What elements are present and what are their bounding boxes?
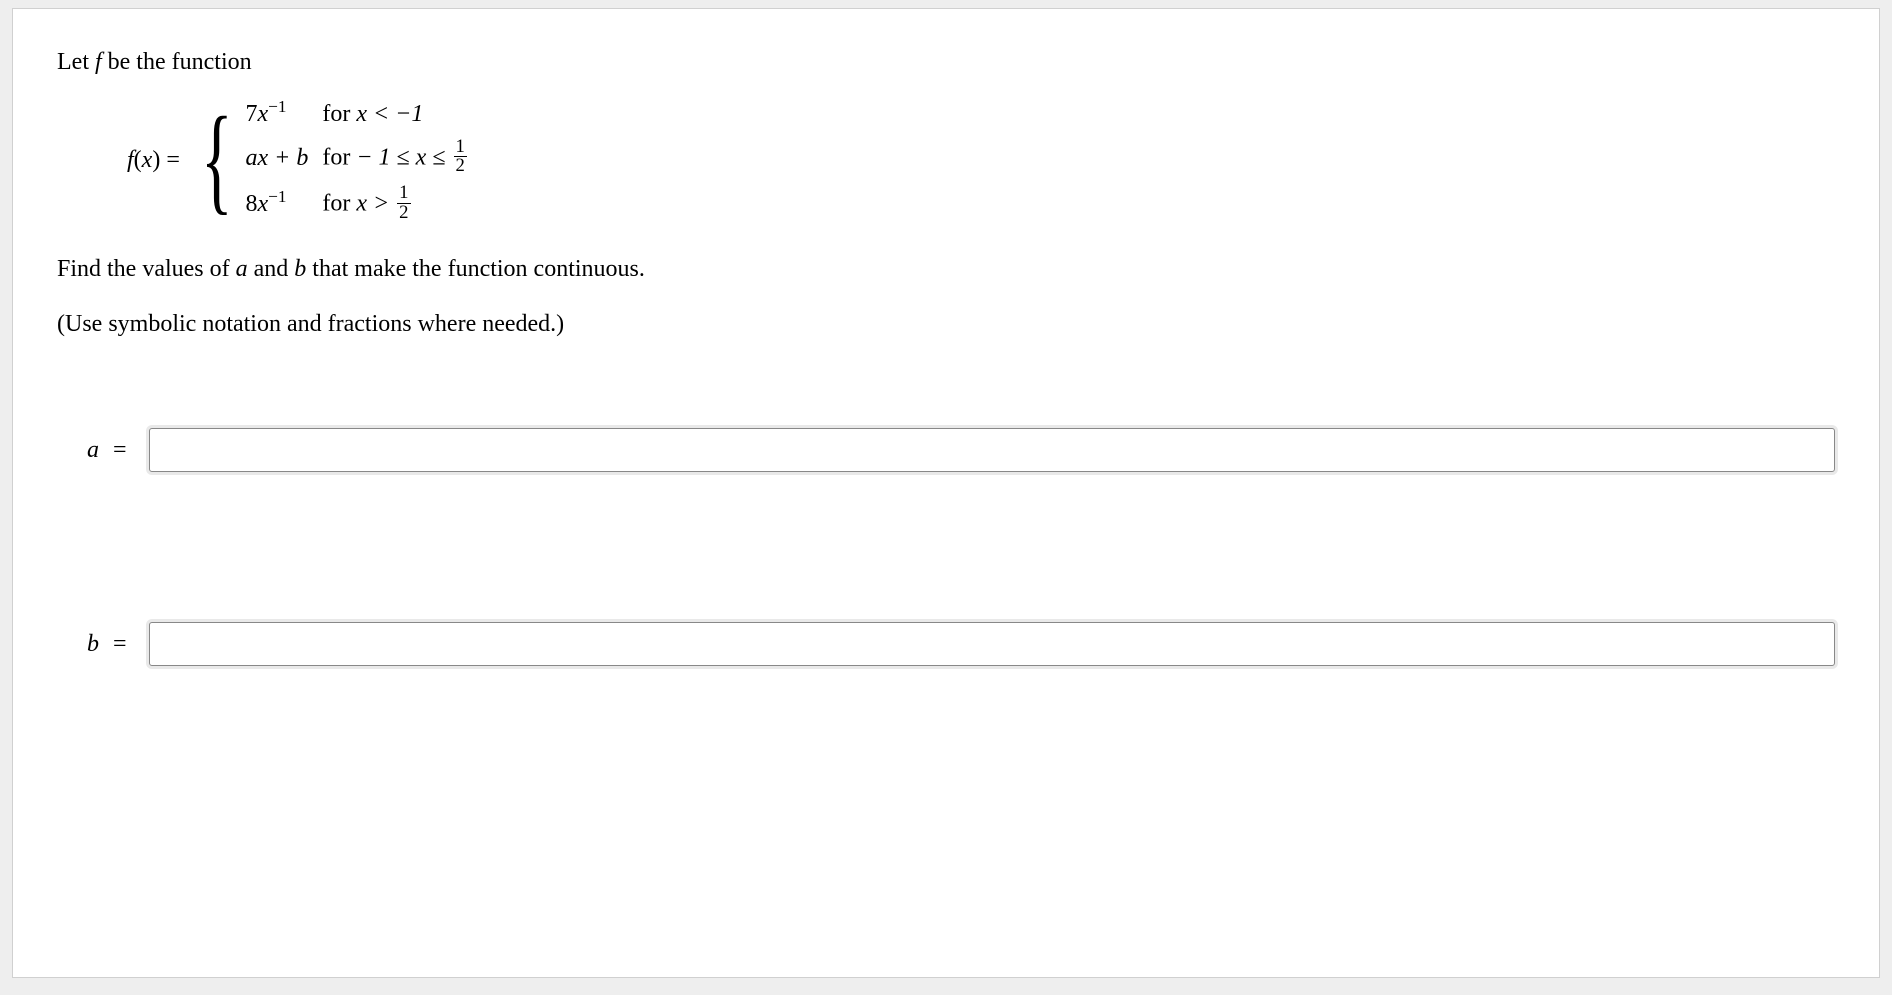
answer-input-a[interactable] [149,428,1835,472]
fraction: 12 [454,138,467,176]
coef: 8 [245,191,257,217]
frac-den: 2 [397,203,410,223]
frac-den: 2 [454,156,467,176]
var: x [257,145,268,171]
answer-label-a: a = [87,437,127,464]
answer-var: b [87,631,99,657]
var: x [257,191,268,217]
coef: 7 [245,101,257,127]
cond-lead: x > [356,191,395,217]
q-t3: that make the function continuous. [306,256,645,282]
intro-fvar: f [95,49,102,75]
q-a: a [236,256,248,282]
tail: + b [268,145,308,171]
q-b: b [294,256,306,282]
lhs: f(x) = [127,144,180,178]
exp: −1 [268,97,286,116]
question-text: Find the values of a and b that make the… [57,256,1835,283]
frac-num: 1 [454,138,467,157]
frac-num: 1 [397,184,410,203]
intro-prefix: Let [57,49,95,75]
case-cond: for x > 12 [322,182,483,228]
answer-row-a: a = [85,428,1835,472]
case-expr: 7x−1 [245,94,322,136]
answer-eq-sign: = [113,437,127,463]
answer-label-b: b = [87,631,127,658]
exp: −1 [268,187,286,206]
lhs-close: ) = [152,147,180,173]
q-t1: Find the values of [57,256,236,282]
answer-eq-sign: = [113,631,127,657]
answer-eq [103,631,109,657]
lhs-x: x [142,147,153,173]
intro-suffix: be the function [102,49,252,75]
answer-input-b[interactable] [149,622,1835,666]
answer-var: a [87,437,99,463]
case-row: 8x−1 for x > 12 [245,182,482,228]
cond-prefix: for [322,191,356,217]
intro-text: Let f be the function [57,49,1835,76]
question-card: Let f be the function f(x) = { 7x−1 for … [12,8,1880,978]
fraction: 12 [397,184,410,222]
left-brace-icon: { [201,108,233,210]
coef: a [245,145,257,171]
piecewise-definition: f(x) = { 7x−1 for x < −1 ax + b for − 1 … [127,94,1835,228]
hint-text: (Use symbolic notation and fractions whe… [57,311,1835,338]
lhs-open: ( [134,147,142,173]
cond-prefix: for [322,101,356,127]
cond-prefix: for [322,144,356,170]
cases-table: 7x−1 for x < −1 ax + b for − 1 ≤ x ≤ 12 … [245,94,482,228]
case-cond: for − 1 ≤ x ≤ 12 [322,136,483,182]
q-t2: and [248,256,295,282]
var: x [257,101,268,127]
lhs-f: f [127,147,134,173]
case-expr: ax + b [245,136,322,182]
answer-eq [103,437,109,463]
answer-row-b: b = [85,622,1835,666]
case-cond: for x < −1 [322,94,483,136]
cond-lead: − 1 ≤ x ≤ [356,144,451,170]
case-expr: 8x−1 [245,182,322,228]
case-row: ax + b for − 1 ≤ x ≤ 12 [245,136,482,182]
case-row: 7x−1 for x < −1 [245,94,482,136]
cond-body: x < −1 [356,101,423,127]
